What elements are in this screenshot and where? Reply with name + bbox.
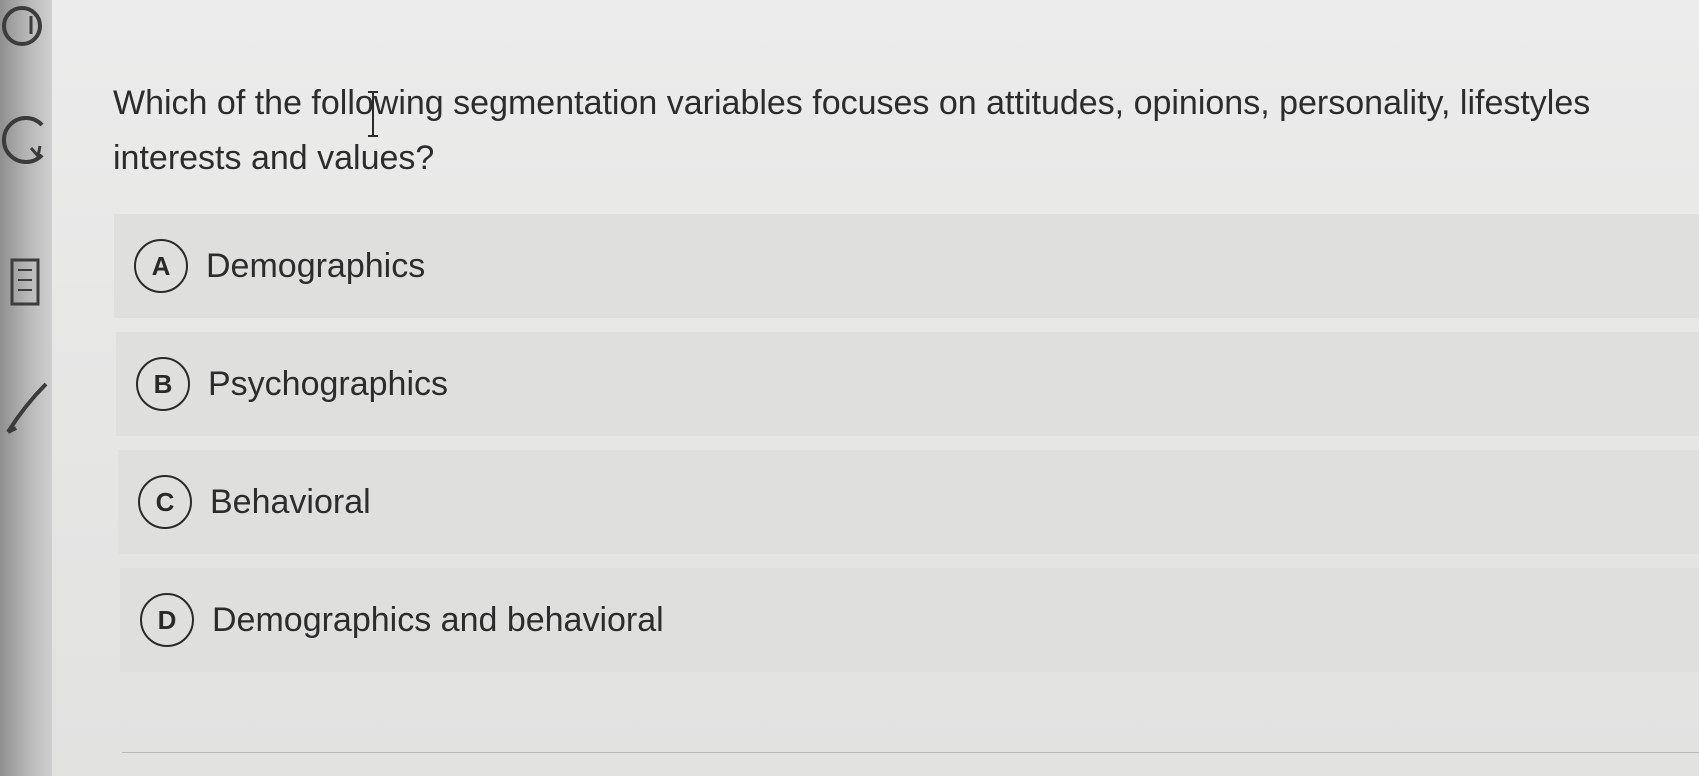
option-c[interactable]: C Behavioral — [118, 450, 1699, 554]
back-icon[interactable] — [0, 110, 52, 180]
option-d[interactable]: D Demographics and behavioral — [120, 568, 1699, 672]
option-label-c: Behavioral — [210, 482, 371, 521]
calculator-icon[interactable] — [0, 256, 52, 316]
option-label-d: Demographics and behavioral — [212, 600, 664, 639]
pencil-icon[interactable] — [0, 372, 52, 442]
left-sidebar — [0, 0, 52, 776]
text-cursor-icon — [368, 91, 378, 137]
timer-icon[interactable] — [0, 0, 52, 60]
answer-options: A Demographics B Psychographics C Behavi… — [114, 214, 1699, 686]
option-letter-a: A — [134, 239, 188, 293]
option-a[interactable]: A Demographics — [114, 214, 1699, 318]
option-b[interactable]: B Psychographics — [116, 332, 1699, 436]
option-label-b: Psychographics — [208, 364, 449, 403]
option-letter-b: B — [136, 357, 190, 411]
bottom-divider — [122, 752, 1699, 753]
option-letter-c: C — [138, 475, 192, 529]
option-letter-d: D — [140, 593, 194, 647]
question-page: Which of the following segmentation vari… — [52, 0, 1699, 776]
question-text: Which of the following segmentation vari… — [113, 84, 1591, 177]
option-label-a: Demographics — [206, 246, 426, 285]
